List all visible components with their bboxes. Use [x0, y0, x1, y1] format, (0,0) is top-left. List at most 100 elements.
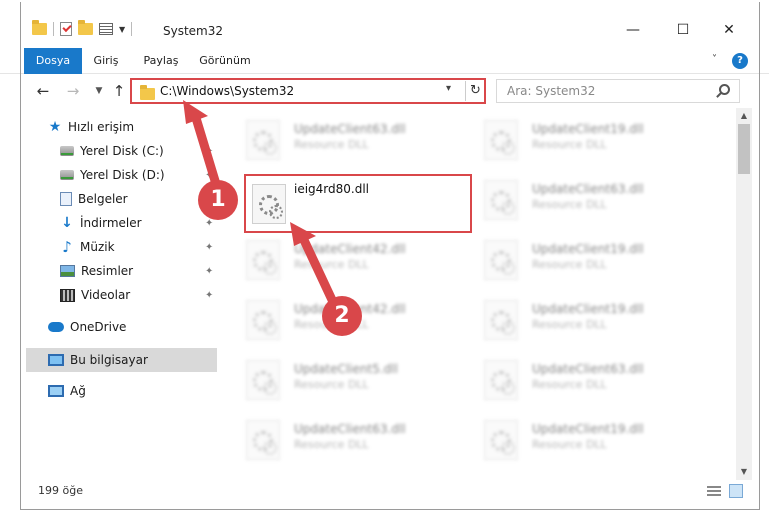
sidebar-item-network[interactable]: Ağ: [48, 380, 86, 402]
file-name: UpdateClient63.dll: [294, 122, 406, 136]
sidebar-item-downloads[interactable]: ↓ İndirmeler: [60, 212, 141, 234]
file-type: Resource DLL: [532, 138, 607, 151]
dll-file-icon: [246, 420, 280, 460]
dll-file-icon: [246, 240, 280, 280]
address-path[interactable]: C:\Windows\System32: [160, 84, 294, 98]
dll-file-icon: [484, 300, 518, 340]
search-icon[interactable]: [719, 84, 730, 95]
search-box[interactable]: Ara: System32: [496, 79, 740, 103]
search-input[interactable]: Ara: System32: [507, 84, 595, 98]
maximize-button[interactable]: ☐: [660, 20, 706, 40]
dll-file-icon: [484, 240, 518, 280]
sidebar-item-onedrive[interactable]: OneDrive: [48, 316, 126, 338]
dll-file-icon: [484, 120, 518, 160]
scroll-up-button[interactable]: ▲: [736, 108, 752, 124]
sidebar-item-videos[interactable]: Videolar: [60, 284, 130, 306]
refresh-button[interactable]: ↻: [465, 81, 485, 101]
sidebar-item-this-pc[interactable]: Bu bilgisayar: [48, 349, 148, 371]
sidebar-item-label: Videolar: [81, 288, 131, 302]
properties-check-icon[interactable]: [60, 22, 72, 36]
highlighted-dll-file[interactable]: ieig4rd80.dll: [244, 174, 472, 233]
dll-file-icon: [484, 420, 518, 460]
details-view-icon[interactable]: [707, 486, 721, 496]
toolbar-separator: [53, 22, 54, 36]
list-item[interactable]: UpdateClient19.dll Resource DLL: [460, 232, 680, 284]
list-item[interactable]: UpdateClient63.dll Resource DLL: [222, 112, 442, 164]
file-name: UpdateClient5.dll: [294, 362, 398, 376]
sidebar-item-pictures[interactable]: Resimler: [60, 260, 133, 282]
sidebar-item-label: Ağ: [70, 384, 86, 398]
sidebar-item-music[interactable]: ♪ Müzik: [60, 236, 114, 258]
folder-icon: [32, 20, 47, 35]
forward-button[interactable]: →: [62, 80, 84, 102]
file-type: Resource DLL: [294, 378, 369, 391]
chevron-down-icon[interactable]: ▾: [446, 83, 451, 94]
sidebar-item-label: Resimler: [81, 264, 134, 278]
address-bar[interactable]: C:\Windows\System32 ▾ ↻: [130, 78, 486, 104]
tab-view[interactable]: Görünüm: [196, 48, 254, 74]
properties-icon[interactable]: [99, 23, 113, 35]
file-type: Resource DLL: [532, 318, 607, 331]
file-name: UpdateClient19.dll: [532, 422, 644, 436]
pin-icon[interactable]: ✦: [205, 290, 213, 301]
sidebar-item-documents[interactable]: Belgeler: [60, 188, 128, 210]
tab-share[interactable]: Paylaş: [136, 48, 186, 74]
minimize-button[interactable]: —: [610, 20, 656, 40]
list-item[interactable]: UpdateClient63.dll Resource DLL: [222, 412, 442, 464]
disk-icon: [60, 170, 74, 180]
sidebar-item-label: Hızlı erişim: [68, 120, 135, 134]
scroll-thumb[interactable]: [738, 124, 750, 174]
large-icons-view-icon[interactable]: [729, 484, 743, 498]
up-button[interactable]: ↑: [108, 80, 130, 102]
sidebar-item-disk-d[interactable]: Yerel Disk (D:): [60, 164, 165, 186]
pin-icon[interactable]: ✦: [205, 218, 213, 229]
file-name: UpdateClient19.dll: [532, 122, 644, 136]
star-icon: ★: [48, 119, 62, 135]
file-type: Resource DLL: [532, 198, 607, 211]
status-bar: 199 öğe: [0, 480, 769, 502]
help-button[interactable]: ?: [732, 53, 748, 69]
chevron-down-icon[interactable]: ˅: [712, 54, 717, 65]
pictures-icon: [60, 265, 75, 277]
file-type: Resource DLL: [294, 258, 369, 271]
file-name: UpdateClient19.dll: [532, 302, 644, 316]
sidebar-item-quick-access[interactable]: ★ Hızlı erişim: [48, 116, 134, 138]
new-folder-icon[interactable]: [78, 20, 93, 35]
pin-icon[interactable]: ✦: [205, 266, 213, 277]
list-item[interactable]: UpdateClient42.dll Resource DLL: [222, 232, 442, 284]
sidebar-item-disk-c[interactable]: Yerel Disk (C:): [60, 140, 164, 162]
tab-home[interactable]: Giriş: [84, 48, 128, 74]
list-item[interactable]: UpdateClient19.dll Resource DLL: [460, 112, 680, 164]
list-item[interactable]: UpdateClient19.dll Resource DLL: [460, 292, 680, 344]
file-name: UpdateClient63.dll: [532, 182, 644, 196]
step-badge-2: 2: [322, 296, 362, 336]
pin-icon[interactable]: ✦: [205, 146, 213, 157]
step-badge-1: 1: [198, 180, 238, 220]
item-count: 199 öğe: [38, 484, 83, 497]
navigation-pane: ★ Hızlı erişim Yerel Disk (C:) ✦ Yerel D…: [0, 112, 220, 472]
file-name: UpdateClient63.dll: [532, 362, 644, 376]
ribbon-tabs: Dosya Giriş Paylaş Görünüm ˅ ?: [0, 48, 769, 74]
dll-file-icon: [484, 180, 518, 220]
close-button[interactable]: ✕: [706, 20, 752, 40]
list-item[interactable]: UpdateClient5.dll Resource DLL: [222, 352, 442, 404]
file-type: Resource DLL: [532, 438, 607, 451]
file-type: Resource DLL: [532, 258, 607, 271]
file-name: UpdateClient63.dll: [294, 422, 406, 436]
list-item[interactable]: UpdateClient63.dll Resource DLL: [460, 352, 680, 404]
list-item[interactable]: UpdateClient63.dll Resource DLL: [460, 172, 680, 224]
pin-icon[interactable]: ✦: [205, 242, 213, 253]
recent-locations-button[interactable]: ▼: [88, 80, 110, 102]
file-name: UpdateClient42.dll: [294, 242, 406, 256]
vertical-scrollbar[interactable]: ▲ ▼: [736, 108, 752, 480]
scroll-down-button[interactable]: ▼: [736, 464, 752, 480]
dll-file-icon: [246, 300, 280, 340]
back-button[interactable]: ←: [32, 80, 54, 102]
pin-icon[interactable]: ✦: [205, 170, 213, 181]
window-title: System32: [163, 24, 224, 38]
list-item[interactable]: UpdateClient19.dll Resource DLL: [460, 412, 680, 464]
dll-file-icon: [484, 360, 518, 400]
tab-file[interactable]: Dosya: [24, 48, 82, 74]
network-icon: [48, 385, 64, 397]
customize-toolbar-icon[interactable]: ▼: [119, 25, 125, 34]
